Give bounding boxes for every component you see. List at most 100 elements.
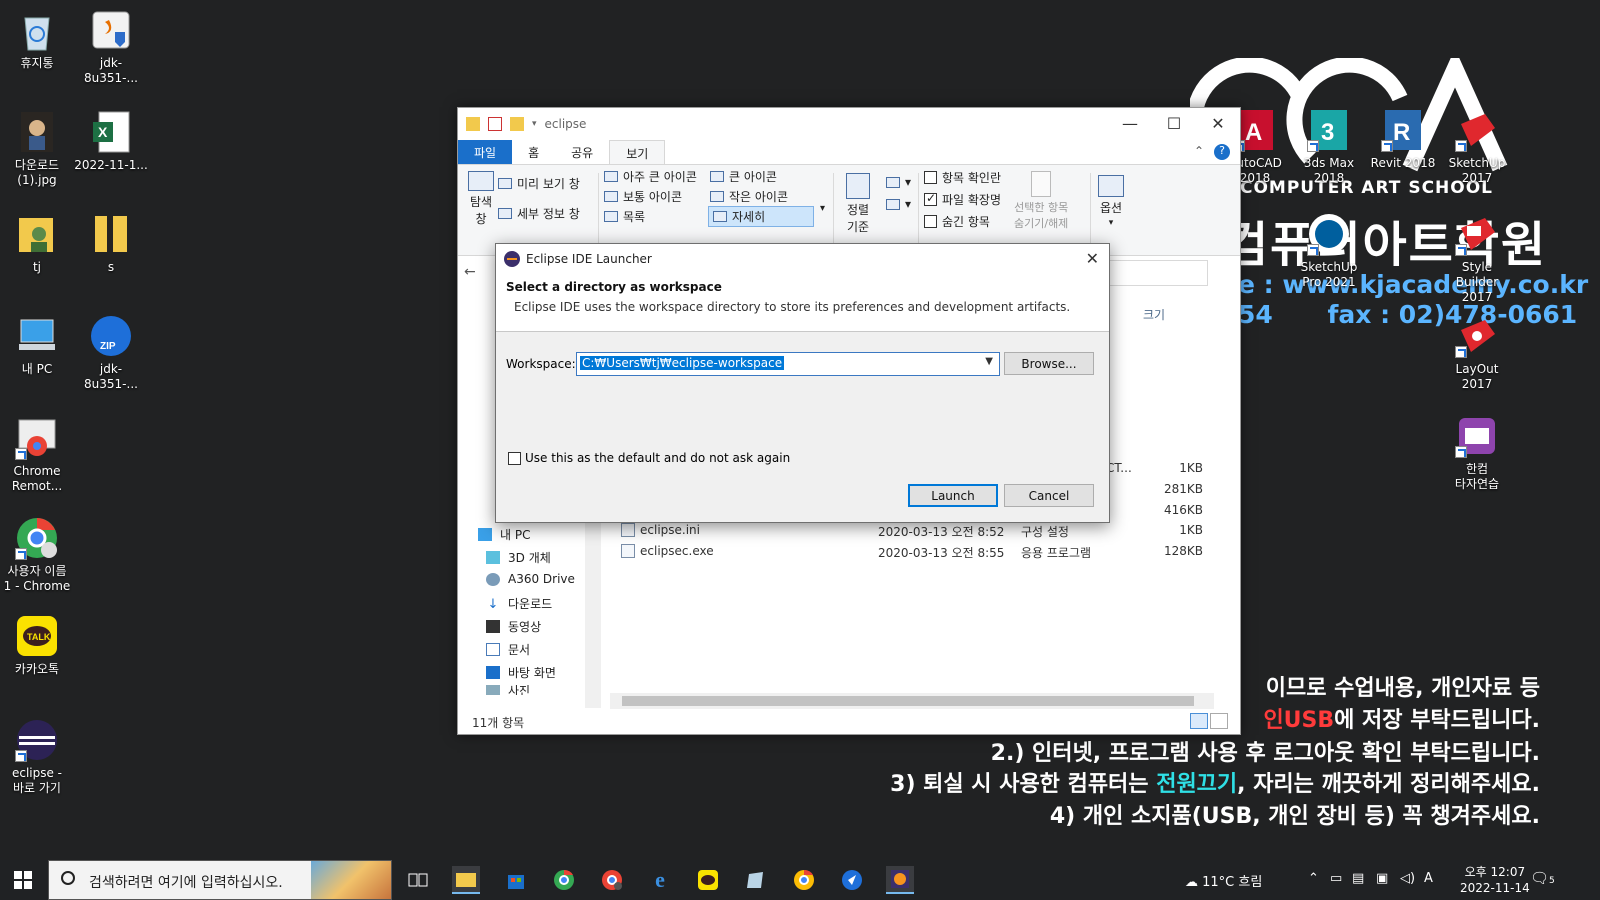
chrome-icon[interactable] xyxy=(550,866,578,894)
search-highlight-image xyxy=(311,861,391,899)
launch-button[interactable]: Launch xyxy=(908,484,998,507)
tray-overflow-icon[interactable]: ⌃ xyxy=(1308,871,1319,886)
details-view-icon[interactable] xyxy=(1190,713,1208,729)
ime-indicator[interactable]: A xyxy=(1424,871,1433,886)
battery-icon[interactable]: ▣ xyxy=(1376,871,1388,886)
desktop-icon-sketchup[interactable]: SketchUp 2017 xyxy=(1440,108,1514,186)
minimize-button[interactable]: — xyxy=(1108,108,1152,138)
default-checkbox[interactable] xyxy=(508,451,521,465)
nav-pane-button[interactable]: 탐색 창 xyxy=(468,171,494,227)
hide-selected-button[interactable]: 선택한 항목 숨기기/해제 xyxy=(1014,171,1068,231)
volume-icon[interactable]: ◁) xyxy=(1400,871,1415,886)
desktop-icon-sketchup-pro[interactable]: SketchUp Pro 2021 xyxy=(1292,212,1366,290)
desktop-icon-tj[interactable]: tj xyxy=(0,212,74,275)
tab-view[interactable]: 보기 xyxy=(609,140,666,164)
default-workspace-option[interactable]: Use this as the default and do not ask a… xyxy=(508,451,790,465)
desktop-icon-3dsmax[interactable]: 3 3ds Max 2018 xyxy=(1292,108,1366,186)
network-icon[interactable]: ▭ xyxy=(1330,871,1342,886)
chevron-down-icon[interactable]: ▼ xyxy=(985,356,993,367)
internet-explorer-icon[interactable]: e xyxy=(646,866,674,894)
item-checkboxes-toggle[interactable]: 항목 확인란 xyxy=(924,169,1001,186)
nav-item-this-pc[interactable]: 내 PC xyxy=(478,526,530,543)
nav-item-desktop[interactable]: 바탕 화면 xyxy=(486,664,556,681)
desktop-icon-recycle-bin[interactable]: 휴지통 xyxy=(0,8,74,71)
preview-pane-button[interactable]: 미리 보기 창 xyxy=(498,175,580,192)
add-columns-button[interactable]: ▾ xyxy=(886,197,911,211)
excel-file-icon: X xyxy=(89,110,133,154)
layout-list[interactable]: 목록 xyxy=(604,208,645,225)
collapse-ribbon-icon[interactable]: ⌃ xyxy=(1184,140,1214,164)
nav-item-videos[interactable]: 동영상 xyxy=(486,618,541,635)
file-explorer-taskbar-icon[interactable] xyxy=(452,866,480,894)
maximize-button[interactable]: ☐ xyxy=(1152,108,1196,138)
layout-more-icon[interactable]: ▾ xyxy=(820,203,825,214)
desktop-icon-chrome-user[interactable]: 사용자 이름 1 - Chrome xyxy=(0,516,74,594)
tab-file[interactable]: 파일 xyxy=(458,140,513,164)
notes-app-icon[interactable] xyxy=(742,866,770,894)
desktop-icon-revit[interactable]: R Revit 2018 xyxy=(1366,108,1440,171)
file-extensions-toggle[interactable]: 파일 확장명 xyxy=(924,191,1001,208)
notice-line-1: 이므로 수업내용, 개인자료 등 xyxy=(1265,676,1540,701)
desktop-icon-style-builder[interactable]: Style Builder 2017 xyxy=(1440,212,1514,305)
quick-access-dropdown-icon[interactable]: ▾ xyxy=(532,119,537,129)
task-view-icon[interactable] xyxy=(404,866,432,894)
taskbar-clock[interactable]: 오후 12:07 2022-11-14 xyxy=(1460,864,1530,896)
nav-item-pictures[interactable]: 사진 xyxy=(486,685,530,695)
group-by-button[interactable]: ▾ xyxy=(886,175,911,189)
close-button[interactable]: ✕ xyxy=(1196,108,1240,138)
cancel-button[interactable]: Cancel xyxy=(1004,484,1094,507)
table-row[interactable]: eclipsec.exe 2020-03-13 오전 8:55 응용 프로그램 … xyxy=(603,541,1203,561)
desktop-icon-eclipse[interactable]: eclipse - 바로 가기 xyxy=(0,718,74,796)
details-pane-button[interactable]: 세부 정보 창 xyxy=(498,205,580,222)
clock-date: 2022-11-14 xyxy=(1460,881,1530,895)
desktop-icon-kakaotalk[interactable]: TALK 카카오톡 xyxy=(0,614,74,677)
chrome-secondary-icon[interactable] xyxy=(790,866,818,894)
help-icon[interactable]: ? xyxy=(1214,144,1230,160)
desktop-icon-excel[interactable]: X 2022-11-1... xyxy=(74,110,148,173)
start-button[interactable] xyxy=(14,871,32,889)
workspace-combo[interactable]: C:₩Users₩tj₩eclipse-workspace ▼ xyxy=(576,352,1000,376)
properties-icon[interactable] xyxy=(488,117,502,131)
taskbar-search[interactable]: 검색하려면 여기에 입력하십시오. xyxy=(48,860,392,900)
chrome-profile-icon[interactable] xyxy=(598,866,626,894)
desktop-icon-layout[interactable]: LayOut 2017 xyxy=(1440,314,1514,392)
dialog-close-button[interactable]: ✕ xyxy=(1086,249,1099,268)
display-icon[interactable]: ▤ xyxy=(1352,871,1364,886)
large-icons-view-icon[interactable] xyxy=(1210,713,1228,729)
layout-extra-large-icons[interactable]: 아주 큰 아이콘 xyxy=(604,168,697,185)
sort-by-button[interactable]: 정렬 기준 xyxy=(846,173,870,235)
desktop-icon-jdk-installer[interactable]: jdk-8u351-... xyxy=(74,8,148,86)
notification-center-icon[interactable]: 🗨5 xyxy=(1530,869,1555,887)
nav-item-downloads[interactable]: ↓ 다운로드 xyxy=(486,595,553,612)
file-list-scroll-thumb[interactable] xyxy=(622,696,1194,706)
desktop-icon-label: 한컴 타자연습 xyxy=(1454,462,1500,491)
weather-widget[interactable]: ☁ 11°C 흐림 xyxy=(1185,871,1262,890)
new-folder-icon[interactable] xyxy=(510,117,524,131)
options-button[interactable]: 옵션 ▾ xyxy=(1098,175,1124,228)
zip-taskbar-icon[interactable] xyxy=(838,866,866,894)
kakaotalk-taskbar-icon[interactable] xyxy=(694,866,722,894)
file-list-hscrollbar[interactable] xyxy=(610,693,1214,709)
desktop-icon-hancom-typing[interactable]: 한컴 타자연습 xyxy=(1440,414,1514,492)
layout-details[interactable]: 자세히 xyxy=(708,206,814,227)
desktop-icon-s[interactable]: s xyxy=(74,212,148,275)
layout-medium-icons[interactable]: 보통 아이콘 xyxy=(604,188,682,205)
layout-large-icons[interactable]: 큰 아이콘 xyxy=(710,168,777,185)
back-arrow-icon[interactable]: ← xyxy=(464,264,476,280)
desktop-icon-jdk-zip[interactable]: ZIP jdk-8u351-... xyxy=(74,314,148,392)
tab-share[interactable]: 공유 xyxy=(555,140,609,164)
browse-button[interactable]: Browse... xyxy=(1004,352,1094,375)
table-row[interactable]: eclipse.ini 2020-03-13 오전 8:52 구성 설정 1KB xyxy=(603,520,1203,540)
nav-item-3d-objects[interactable]: 3D 개체 xyxy=(486,549,551,566)
tab-home[interactable]: 홈 xyxy=(512,140,555,164)
layout-small-icons[interactable]: 작은 아이콘 xyxy=(710,188,788,205)
nav-item-a360[interactable]: A360 Drive xyxy=(486,572,575,586)
desktop-icon-chrome-remote[interactable]: Chrome Remot... xyxy=(0,416,74,494)
store-icon[interactable] xyxy=(502,866,530,894)
hidden-items-toggle[interactable]: 숨긴 항목 xyxy=(924,213,990,230)
eclipse-taskbar-icon[interactable] xyxy=(886,866,914,894)
desktop-icon-this-pc[interactable]: 내 PC xyxy=(0,314,74,377)
desktop-icon-download-jpg[interactable]: 다운로드 (1).jpg xyxy=(0,110,74,188)
nav-item-documents[interactable]: 문서 xyxy=(486,641,530,658)
column-header-size[interactable]: 크기 xyxy=(1143,306,1165,323)
